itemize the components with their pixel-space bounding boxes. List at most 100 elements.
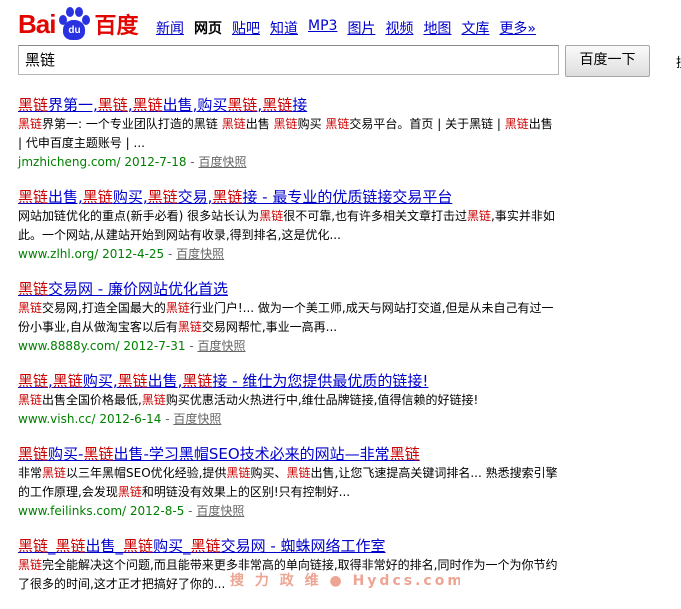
search-result: 黑链交易网 - 廉价网站优化首选 黑链交易网,打造全国最大的黑链行业门户!... … <box>18 279 558 356</box>
text-segment: 购买_ <box>153 537 191 555</box>
paw-icon: du <box>56 6 92 42</box>
result-meta: www.feilinks.com/ 2012-8-5 - 百度快照 <box>18 502 558 521</box>
keyword-highlight: 黑链 <box>182 372 213 390</box>
text-segment: 出售,购买 <box>162 96 228 114</box>
keyword-highlight: 黑链 <box>117 485 142 499</box>
cache-link[interactable]: 百度快照 <box>196 504 244 518</box>
text-segment: 接 - 最专业的优质链接交易平台 <box>242 188 453 206</box>
text-segment: 交易网帮忙,事业一高再... <box>201 320 338 334</box>
text-segment: 界第一: 一个专业团队打造的黑链 <box>42 117 222 131</box>
cache-link[interactable]: 百度快照 <box>198 155 246 169</box>
nav-tieba[interactable]: 贴吧 <box>232 18 260 38</box>
nav-more[interactable]: 更多» <box>499 18 536 38</box>
baidu-logo[interactable]: Bai du 百度 <box>18 6 138 42</box>
watermark: 搜 力 政 维 ● Hydcs.com <box>230 573 460 589</box>
keyword-highlight: 黑链 <box>227 96 258 114</box>
text-segment: 出售, <box>147 372 183 390</box>
text-segment: 交易平台。首页 | 关于黑链 | <box>349 117 505 131</box>
result-url: www.zlhl.org/ 2012-4-25 <box>18 247 168 261</box>
keyword-highlight: 黑链 <box>389 445 420 463</box>
text-segment: 和明链没有效果上的区别!只有控制好... <box>141 485 351 499</box>
keyword-highlight: 黑链 <box>18 558 43 572</box>
text-segment: 购买 <box>297 117 326 131</box>
search-result: 黑链购买-黑链出售-学习黑帽SEO技术必来的网站—非常黑链 非常黑链以三年黑帽SE… <box>18 444 558 521</box>
keyword-highlight: 黑链 <box>226 466 251 480</box>
text-segment: 交易网,打造全国最大的 <box>42 301 166 315</box>
keyword-highlight: 黑链 <box>18 445 49 463</box>
text-segment: 购买- <box>48 445 84 463</box>
keyword-highlight: 黑链 <box>18 537 49 555</box>
cache-link[interactable]: 百度快照 <box>197 339 245 353</box>
text-segment: 购买优惠活动火热进行中,维仕品牌链接,值得信赖的好链接! <box>165 393 479 407</box>
nav-news[interactable]: 新闻 <box>156 18 184 38</box>
cache-link[interactable]: 百度快照 <box>176 247 224 261</box>
nav-images[interactable]: 图片 <box>347 18 375 38</box>
result-snippet: 网站加链优化的重点(新手必看) 很多站长认为黑链很不可靠,也有许多相关文章打击过… <box>18 207 558 245</box>
text-segment: 购买, <box>82 372 118 390</box>
keyword-highlight: 黑链 <box>212 188 243 206</box>
nav-web[interactable]: 网页 <box>194 18 222 38</box>
keyword-highlight: 黑链 <box>467 209 492 223</box>
result-title-link[interactable]: 黑链_黑链出售_黑链购买_黑链交易网 - 蜘蛛网络工作室 <box>18 536 558 556</box>
search-extra-link[interactable]: 搜 <box>676 52 681 71</box>
result-url: www.feilinks.com/ 2012-8-5 <box>18 504 189 518</box>
search-result: 黑链界第一,黑链,黑链出售,购买黑链,黑链接 黑链界第一: 一个专业团队打造的黑链… <box>18 95 558 172</box>
result-title-link[interactable]: 黑链出售,黑链购买,黑链交易,黑链接 - 最专业的优质链接交易平台 <box>18 187 558 207</box>
keyword-highlight: 黑链 <box>18 393 43 407</box>
keyword-highlight: 黑链 <box>82 188 113 206</box>
keyword-highlight: 黑链 <box>83 445 114 463</box>
keyword-highlight: 黑链 <box>165 301 190 315</box>
search-input[interactable]: 黑链 <box>18 45 559 75</box>
nav-zhidao[interactable]: 知道 <box>270 18 298 38</box>
text-segment: 出售_ <box>85 537 124 555</box>
text-segment: 接 <box>292 96 308 114</box>
text-segment: 购买, <box>112 188 148 206</box>
keyword-highlight: 黑链 <box>18 301 43 315</box>
keyword-highlight: 黑链 <box>221 117 246 131</box>
text-segment: 界第一, <box>48 96 98 114</box>
keyword-highlight: 黑链 <box>18 96 49 114</box>
text-segment: 交易网 - 廉价网站优化首选 <box>48 280 228 298</box>
keyword-highlight: 黑链 <box>141 393 166 407</box>
keyword-highlight: 黑链 <box>55 537 86 555</box>
result-title-link[interactable]: 黑链购买-黑链出售-学习黑帽SEO技术必来的网站—非常黑链 <box>18 444 558 464</box>
keyword-highlight: 黑链 <box>18 372 49 390</box>
text-segment: 出售, <box>48 188 83 206</box>
cache-link[interactable]: 百度快照 <box>173 412 221 426</box>
keyword-highlight: 黑链 <box>286 466 311 480</box>
keyword-highlight: 黑链 <box>262 96 293 114</box>
nav-wenku[interactable]: 文库 <box>461 18 489 38</box>
text-segment: 出售全国价格最低, <box>42 393 142 407</box>
result-url: www.8888y.com/ 2012-7-31 <box>18 339 190 353</box>
logo-chinese-text: 百度 <box>94 14 139 39</box>
result-meta: www.vish.cc/ 2012-6-14 - 百度快照 <box>18 410 558 429</box>
result-snippet: 黑链交易网,打造全国最大的黑链行业门户!... 做为一个美工师,成天与网站打交道… <box>18 299 558 337</box>
keyword-highlight: 黑链 <box>273 117 298 131</box>
keyword-highlight: 黑链 <box>504 117 529 131</box>
keyword-highlight: 黑链 <box>177 320 202 334</box>
top-nav: 新闻 网页 贴吧 知道 MP3 图片 视频 地图 文库 更多» <box>156 18 536 38</box>
text-segment: 交易, <box>177 188 213 206</box>
text-segment: 网站加链优化的重点(新手必看) 很多站长认为 <box>18 209 260 223</box>
meta-separator: - <box>168 247 177 261</box>
search-button[interactable]: 百度一下 <box>565 45 650 77</box>
keyword-highlight: 黑链 <box>18 188 49 206</box>
results-list: 黑链界第一,黑链,黑链出售,购买黑链,黑链接 黑链界第一: 一个专业团队打造的黑链… <box>18 95 558 609</box>
text-segment: _ <box>48 537 56 555</box>
result-snippet: 非常黑链以三年黑帽SEO优化经验,提供黑链购买、黑链出售,让您飞速提高关键词排名… <box>18 464 558 502</box>
text-segment: 以三年黑帽SEO优化经验,提供 <box>66 466 227 480</box>
result-title-link[interactable]: 黑链界第一,黑链,黑链出售,购买黑链,黑链接 <box>18 95 558 115</box>
result-title-link[interactable]: 黑链,黑链购买,黑链出售,黑链接 - 维仕为您提供最优质的链接! <box>18 371 558 391</box>
result-title-link[interactable]: 黑链交易网 - 廉价网站优化首选 <box>18 279 558 299</box>
result-meta: www.8888y.com/ 2012-7-31 - 百度快照 <box>18 337 558 356</box>
result-url: jmzhicheng.com/ 2012-7-18 <box>18 155 191 169</box>
text-segment: 出售-学习黑帽SEO技术必来的网站—非常 <box>113 445 390 463</box>
keyword-highlight: 黑链 <box>132 96 163 114</box>
result-meta: www.zlhl.org/ 2012-4-25 - 百度快照 <box>18 245 558 264</box>
keyword-highlight: 黑链 <box>325 117 350 131</box>
keyword-highlight: 黑链 <box>52 372 83 390</box>
nav-mp3[interactable]: MP3 <box>308 18 337 38</box>
nav-video[interactable]: 视频 <box>385 18 413 38</box>
nav-map[interactable]: 地图 <box>423 18 451 38</box>
keyword-highlight: 黑链 <box>18 117 43 131</box>
